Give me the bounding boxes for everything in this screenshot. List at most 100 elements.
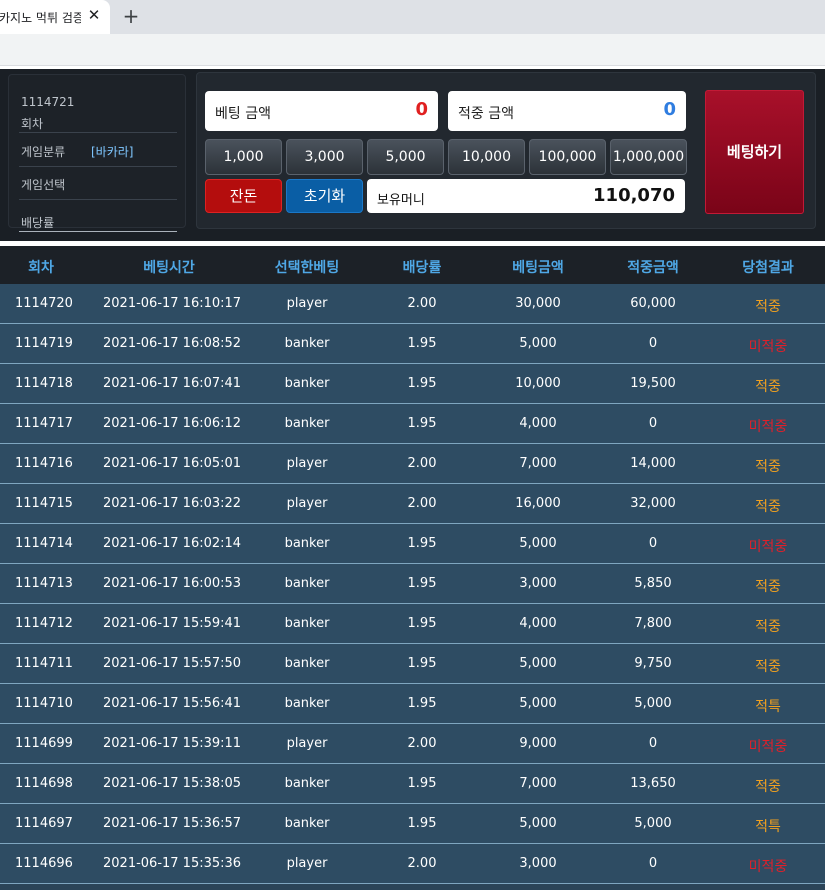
- cell-bet-amount: 5,000: [519, 696, 557, 711]
- tab-title: 카지노 먹튀 검증: [0, 11, 81, 25]
- cell-round: 1114715: [15, 496, 73, 511]
- table-row: 1114716 2021-06-17 16:05:01 player 2.00 7,00…: [0, 444, 825, 484]
- cell-round: 1114719: [15, 336, 73, 351]
- cell-win-amount: 32,000: [630, 496, 676, 511]
- reset-button[interactable]: 초기화: [286, 179, 363, 213]
- cell-bet-time: 2021-06-17 16:05:01: [103, 456, 242, 471]
- close-icon[interactable]: ✕: [86, 7, 102, 23]
- cell-win-amount: 0: [648, 416, 658, 431]
- cell-round: 1114698: [15, 776, 73, 791]
- cell-bet-time: 2021-06-17 15:56:41: [103, 696, 242, 711]
- cell-win-amount: 0: [648, 736, 658, 751]
- table-row: 1114711 2021-06-17 15:57:50 banker 1.95 5,00…: [0, 644, 825, 684]
- chip-button-10000[interactable]: 10,000: [448, 139, 525, 175]
- cell-bet-time: 2021-06-17 15:35:36: [103, 856, 242, 871]
- cell-bet-amount: 7,000: [519, 776, 557, 791]
- cell-selection: player: [286, 296, 328, 311]
- cell-bet-amount: 4,000: [519, 616, 557, 631]
- cell-round: 1114720: [15, 296, 73, 311]
- cell-bet-amount: 16,000: [515, 496, 561, 511]
- cell-result: 미적중: [748, 539, 788, 555]
- cell-win-amount: 60,000: [630, 296, 676, 311]
- browser-tab-bar: 카지노 먹튀 검증 ✕ +: [0, 0, 825, 34]
- header-selection: 선택한베팅: [274, 260, 340, 276]
- cell-bet-time: 2021-06-17 16:00:53: [103, 576, 242, 591]
- cell-result: 적중: [755, 619, 781, 635]
- cell-selection: player: [286, 456, 328, 471]
- cell-bet-time: 2021-06-17 15:57:50: [103, 656, 242, 671]
- cell-bet-time: 2021-06-17 16:02:14: [103, 536, 242, 551]
- cell-result: 미적중: [748, 739, 788, 755]
- cell-bet-amount: 3,000: [519, 856, 557, 871]
- win-amount-value: 0: [663, 99, 676, 120]
- bet-controls: 베팅 금액 0 적중 금액 0 1,000 3,000 5,000 10,000…: [196, 72, 816, 229]
- balance-value: 110,070: [593, 185, 675, 206]
- cell-result: 적중: [755, 659, 781, 675]
- change-button[interactable]: 잔돈: [205, 179, 282, 213]
- cell-win-amount: 5,850: [634, 576, 672, 591]
- cell-rate: 2.00: [407, 456, 437, 471]
- cell-selection: banker: [284, 696, 330, 711]
- cell-selection: banker: [284, 616, 330, 631]
- cell-rate: 1.95: [407, 336, 437, 351]
- cell-bet-time: 2021-06-17 16:08:52: [103, 336, 242, 351]
- cell-win-amount: 7,800: [634, 616, 672, 631]
- chip-button-3000[interactable]: 3,000: [286, 139, 363, 175]
- round-label: 회차: [21, 117, 44, 131]
- cell-bet-time: 2021-06-17 15:36:57: [103, 816, 242, 831]
- cell-bet-amount: 4,000: [519, 416, 557, 431]
- cell-round: 1114697: [15, 816, 73, 831]
- cell-rate: 1.95: [407, 416, 437, 431]
- cell-rate: 2.00: [407, 496, 437, 511]
- cell-win-amount: 5,000: [634, 696, 672, 711]
- table-row: 1114718 2021-06-17 16:07:41 banker 1.95 10,0…: [0, 364, 825, 404]
- address-bar[interactable]: [0, 34, 825, 66]
- cell-bet-time: 2021-06-17 16:07:41: [103, 376, 242, 391]
- cell-result: 미적중: [748, 339, 788, 355]
- table-row: 1114696 2021-06-17 15:35:36 player 2.00 3,00…: [0, 844, 825, 884]
- cell-rate: 2.00: [407, 736, 437, 751]
- cell-rate: 1.95: [407, 616, 437, 631]
- cell-selection: banker: [284, 336, 330, 351]
- header-round: 회차: [28, 260, 54, 276]
- header-result: 당첨결과: [742, 260, 794, 276]
- cell-round: 1114717: [15, 416, 73, 431]
- cell-round: 1114716: [15, 456, 73, 471]
- cell-bet-amount: 10,000: [515, 376, 561, 391]
- cell-bet-amount: 3,000: [519, 576, 557, 591]
- cell-result: 미적중: [748, 859, 788, 875]
- table-row: 1114699 2021-06-17 15:39:11 player 2.00 9,00…: [0, 724, 825, 764]
- cell-bet-time: 2021-06-17 15:38:05: [103, 776, 242, 791]
- bet-amount-field: 베팅 금액 0: [205, 91, 438, 131]
- rate-info: 배당률: [19, 200, 177, 232]
- table-row: 1114715 2021-06-17 16:03:22 player 2.00 16,0…: [0, 484, 825, 524]
- header-win-amount: 적중금액: [627, 260, 679, 276]
- cell-rate: 1.95: [407, 816, 437, 831]
- chip-button-1000[interactable]: 1,000: [205, 139, 282, 175]
- new-tab-icon[interactable]: +: [120, 5, 142, 27]
- cell-win-amount: 5,000: [634, 816, 672, 831]
- cell-selection: banker: [284, 376, 330, 391]
- cell-bet-amount: 30,000: [515, 296, 561, 311]
- cell-bet-time: 2021-06-17 15:39:11: [103, 736, 242, 751]
- betting-panel: 1114721 회차 게임분류 [바카라] 게임선택 배당률 베팅 금액 0 적…: [0, 67, 825, 243]
- cell-result: 적중: [755, 499, 781, 515]
- cell-rate: 2.00: [407, 856, 437, 871]
- cell-round: 1114714: [15, 536, 73, 551]
- chip-button-100000[interactable]: 100,000: [529, 139, 606, 175]
- cell-win-amount: 9,750: [634, 656, 672, 671]
- place-bet-button[interactable]: 베팅하기: [705, 90, 804, 214]
- browser-tab[interactable]: 카지노 먹튀 검증 ✕: [0, 0, 110, 34]
- cell-selection: banker: [284, 536, 330, 551]
- chip-button-1000000[interactable]: 1,000,000: [610, 139, 687, 175]
- cell-result: 적특: [755, 699, 781, 715]
- selection-label: 게임선택: [21, 178, 66, 192]
- cell-rate: 1.95: [407, 536, 437, 551]
- header-bet-amount: 베팅금액: [512, 260, 564, 276]
- table-row: 1114713 2021-06-17 16:00:53 banker 1.95 3,00…: [0, 564, 825, 604]
- cell-selection: player: [286, 496, 328, 511]
- win-amount-label: 적중 금액: [458, 106, 514, 122]
- chip-button-5000[interactable]: 5,000: [367, 139, 444, 175]
- table-row: 1114698 2021-06-17 15:38:05 banker 1.95 7,00…: [0, 764, 825, 804]
- cell-round: 1114710: [15, 696, 73, 711]
